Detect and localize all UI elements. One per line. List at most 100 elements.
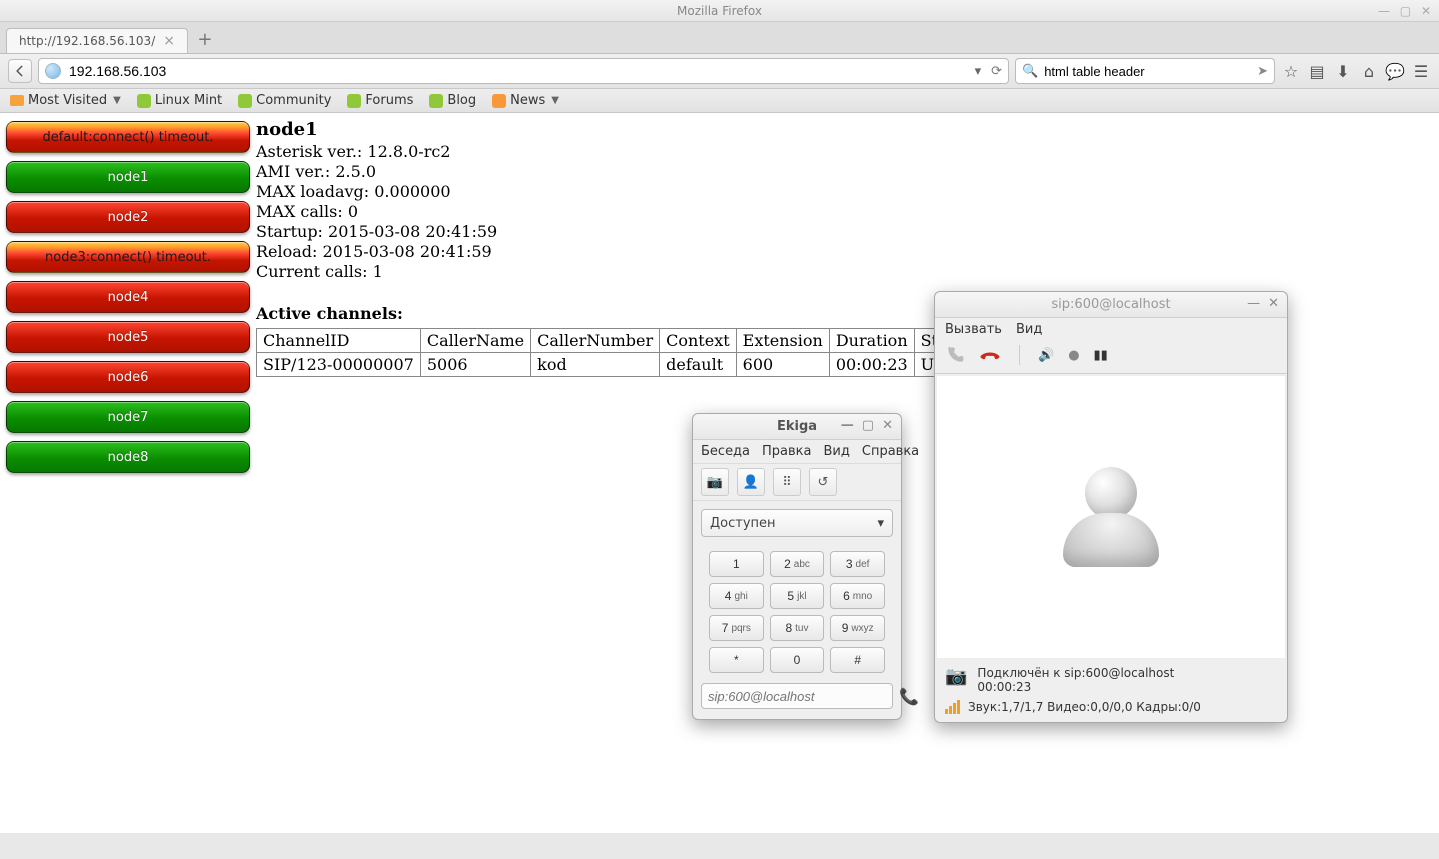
node-button-8[interactable]: node8 [6,441,250,473]
window-maximize-icon[interactable]: ▢ [1400,4,1411,18]
tab-title: http://192.168.56.103/ [19,34,155,48]
dial-1[interactable]: 1 [709,551,764,577]
search-input[interactable] [1042,63,1257,80]
window-close-icon[interactable]: ✕ [882,418,893,433]
call-window[interactable]: sip:600@localhost — ✕ Вызвать Вид 🔊 ● [934,291,1288,723]
bookmark-forums[interactable]: Forums [347,93,413,108]
url-input[interactable] [67,62,971,80]
downloads-icon[interactable]: ⬇ [1333,62,1353,81]
urlbar-dropdown-icon[interactable]: ▾ [971,64,986,79]
node-button-3[interactable]: node3:connect() timeout. [6,241,250,273]
window-maximize-icon[interactable]: ▢ [862,418,874,433]
window-close-icon[interactable]: ✕ [1268,296,1279,311]
menu-call[interactable]: Вызвать [945,322,1002,337]
current-calls: 1 [373,262,383,281]
signal-bars-icon [945,700,960,714]
node-button-2[interactable]: node2 [6,201,250,233]
sip-address-input[interactable] [701,683,893,709]
dial-4[interactable]: 4ghi [709,583,764,609]
call-stats-text: Звук:1,7/1,7 Видео:0,0/0,0 Кадры:0/0 [968,700,1201,714]
bookmark-blog[interactable]: Blog [429,93,476,108]
speaker-icon: 🔊 [1038,348,1054,363]
ekiga-toolbar: 📷 👤 ⠿ ↺ [693,464,901,501]
mic-button[interactable]: ● [1068,348,1079,363]
menu-view[interactable]: Вид [1016,322,1042,337]
max-calls: 0 [348,202,358,221]
dial-0[interactable]: 0 [770,647,825,673]
reload-icon[interactable]: ⟳ [985,64,1002,79]
phone-icon: 📞 [899,687,919,706]
rss-icon [492,94,506,108]
window-close-icon[interactable]: ✕ [1421,4,1431,18]
mint-icon [429,94,443,108]
video-area [936,375,1286,659]
globe-icon [45,63,61,79]
window-minimize-icon[interactable]: — [1378,4,1390,18]
back-button[interactable] [8,59,32,83]
phone-pickup-icon [945,345,965,365]
bookmark-most-visited[interactable]: Most Visited ▼ [10,93,121,108]
menu-chat[interactable]: Беседа [701,444,750,459]
bookmark-community[interactable]: Community [238,93,331,108]
dial-2[interactable]: 2abc [770,551,825,577]
browser-tab[interactable]: http://192.168.56.103/ × [6,28,188,53]
ekiga-titlebar[interactable]: Ekiga — ▢ ✕ [693,414,901,440]
call-status-row: 📷 Подключён к sip:600@localhost 00:00:23 [935,660,1287,700]
search-icon: 🔍 [1022,64,1038,79]
channels-table: ChannelIDCallerNameCallerNumberContextEx… [256,328,971,377]
bookmark-linux-mint[interactable]: Linux Mint [137,93,222,108]
home-icon[interactable]: ⌂ [1359,62,1379,81]
search-go-icon[interactable]: ➤ [1257,64,1268,79]
address-bar[interactable]: ▾ ⟳ [38,58,1009,84]
window-minimize-icon[interactable]: — [1247,296,1260,311]
dial-8[interactable]: 8tuv [770,615,825,641]
window-minimize-icon[interactable]: — [841,418,854,433]
node-button-7[interactable]: node7 [6,401,250,433]
presence-status-dropdown[interactable]: Доступен ▾ [701,509,893,537]
dial-7[interactable]: 7pqrs [709,615,764,641]
presence-status-label: Доступен [710,516,776,531]
camera-button[interactable]: 📷 [701,468,729,496]
table-header-row: ChannelIDCallerNameCallerNumberContextEx… [257,329,971,353]
node-button-0[interactable]: default:connect() timeout. [6,121,250,153]
menu-help[interactable]: Справка [862,444,919,459]
menu-edit[interactable]: Правка [762,444,811,459]
call-button[interactable]: 📞 [899,687,919,706]
new-tab-button[interactable]: + [194,29,216,50]
node-button-6[interactable]: node6 [6,361,250,393]
bookmark-star-icon[interactable]: ☆ [1281,62,1301,81]
dial-5[interactable]: 5jkl [770,583,825,609]
node-button-4[interactable]: node4 [6,281,250,313]
node-button-1[interactable]: node1 [6,161,250,193]
ami-version: 2.5.0 [335,162,376,181]
mint-icon [137,94,151,108]
menu-view[interactable]: Вид [824,444,850,459]
pickup-call-button[interactable] [945,345,965,365]
reader-view-icon[interactable]: ▤ [1307,62,1327,81]
menu-icon[interactable]: ☰ [1411,62,1431,81]
node-title: node1 [256,119,1433,140]
call-stats-row: Звук:1,7/1,7 Видео:0,0/0,0 Кадры:0/0 [935,700,1287,722]
contacts-button[interactable]: 👤 [737,468,765,496]
chat-icon[interactable]: 💬 [1385,62,1405,81]
dial-3[interactable]: 3def [830,551,885,577]
table-cell: 00:00:23 [829,353,914,377]
bookmark-news[interactable]: News ▼ [492,93,559,108]
node-button-5[interactable]: node5 [6,321,250,353]
call-window-titlebar[interactable]: sip:600@localhost — ✕ [935,292,1287,318]
search-bar[interactable]: 🔍 ➤ [1015,58,1275,84]
node-list: default:connect() timeout. node1 node2 node… [6,119,250,473]
dial-9[interactable]: 9wxyz [830,615,885,641]
dial-6[interactable]: 6mno [830,583,885,609]
pause-button[interactable]: ▮▮ [1094,348,1108,363]
hangup-call-button[interactable] [979,345,1001,365]
dialpad-button[interactable]: ⠿ [773,468,801,496]
camera-icon: 📷 [707,475,723,490]
history-button[interactable]: ↺ [809,468,837,496]
dial-hash[interactable]: # [830,647,885,673]
ekiga-window[interactable]: Ekiga — ▢ ✕ Беседа Правка Вид Справка 📷 … [692,413,902,720]
table-header-cell: Context [660,329,737,353]
dial-star[interactable]: * [709,647,764,673]
tab-close-icon[interactable]: × [163,33,175,49]
speaker-button[interactable]: 🔊 [1038,348,1054,363]
